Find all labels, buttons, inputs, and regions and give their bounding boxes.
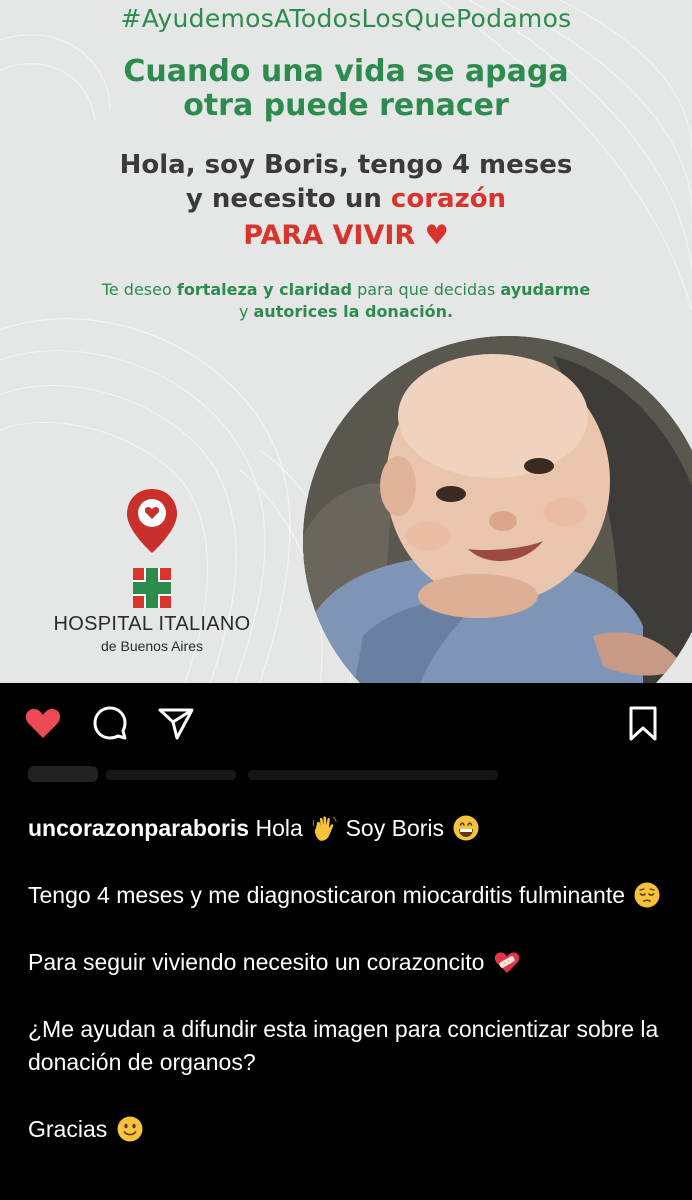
caption-username[interactable]: uncorazonparaboris bbox=[28, 815, 249, 841]
wish-text-d: ayudarme bbox=[500, 280, 591, 299]
hospital-cross-logo bbox=[133, 568, 171, 608]
post-image[interactable]: #AyudemosATodosLosQuePodamos Cuando una … bbox=[0, 0, 692, 683]
intro-line-2-start: y necesito un bbox=[185, 184, 391, 214]
caption-spacer-4 bbox=[28, 1079, 678, 1113]
waving-hand-emoji-icon bbox=[312, 816, 337, 841]
wish-text-f: autorices la donación. bbox=[253, 302, 454, 321]
caption-line-1: uncorazonparaboris Hola Soy Boris bbox=[28, 812, 678, 845]
post-caption: uncorazonparaboris Hola Soy Boris Tengo … bbox=[28, 812, 678, 1146]
caption-text-1: Hola bbox=[249, 815, 310, 841]
caption-spacer-1 bbox=[28, 845, 678, 879]
hospital-name: HOSPITAL ITALIANO bbox=[53, 613, 251, 635]
wish-text-c: para que decidas bbox=[352, 280, 501, 299]
caption-text-2: Soy Boris bbox=[339, 815, 451, 841]
caption-paragraph-5: Gracias bbox=[28, 1113, 678, 1146]
wish-text-e: y bbox=[238, 302, 254, 321]
wish-text-b: fortaleza y claridad bbox=[176, 280, 353, 299]
headline-line-2: otra puede renacer bbox=[183, 88, 509, 123]
slightly-smiling-face-emoji-icon bbox=[117, 1116, 143, 1142]
wish-text-a: Te deseo bbox=[101, 280, 177, 299]
grinning-face-emoji-icon bbox=[453, 815, 479, 841]
likes-summary-obscured bbox=[28, 766, 498, 782]
intro-line-1: Hola, soy Boris, tengo 4 meses bbox=[119, 150, 573, 180]
hashtag-text: #AyudemosATodosLosQuePodamos bbox=[120, 4, 572, 33]
intro-highlight-heart-word: corazón bbox=[390, 184, 507, 214]
hospital-subtitle: de Buenos Aires bbox=[101, 638, 203, 654]
caption-paragraph-2: Tengo 4 meses y me diagnosticaron miocar… bbox=[28, 879, 678, 912]
caption-text-5: Gracias bbox=[28, 1116, 114, 1142]
caption-text-3: Tengo 4 meses y me diagnosticaron miocar… bbox=[28, 882, 632, 908]
para-vivir-text: PARA VIVIR ♥ bbox=[243, 220, 449, 251]
pensive-face-emoji-icon bbox=[634, 882, 660, 908]
comment-bubble-icon[interactable] bbox=[90, 703, 130, 743]
caption-spacer-3 bbox=[28, 979, 678, 1013]
wish-line-2: y autorices la donación. bbox=[0, 301, 692, 323]
caption-paragraph-3: Para seguir viviendo necesito un corazon… bbox=[28, 946, 678, 979]
headline-line-1: Cuando una vida se apaga bbox=[123, 54, 569, 89]
mending-heart-emoji-icon bbox=[494, 952, 519, 973]
caption-paragraph-4: ¿Me ayudan a difundir esta imagen para c… bbox=[28, 1016, 659, 1075]
location-heart-pin-icon bbox=[127, 489, 177, 553]
caption-spacer-2 bbox=[28, 912, 678, 946]
intro-line-2: y necesito un corazón bbox=[0, 182, 692, 216]
wish-line-1: Te deseo fortaleza y claridad para que d… bbox=[0, 279, 692, 301]
post-action-bar bbox=[0, 683, 692, 763]
caption-text-4: Para seguir viviendo necesito un corazon… bbox=[28, 949, 491, 975]
bookmark-icon[interactable] bbox=[623, 703, 663, 743]
paper-plane-icon[interactable] bbox=[156, 703, 196, 743]
heart-filled-icon[interactable] bbox=[23, 703, 63, 743]
